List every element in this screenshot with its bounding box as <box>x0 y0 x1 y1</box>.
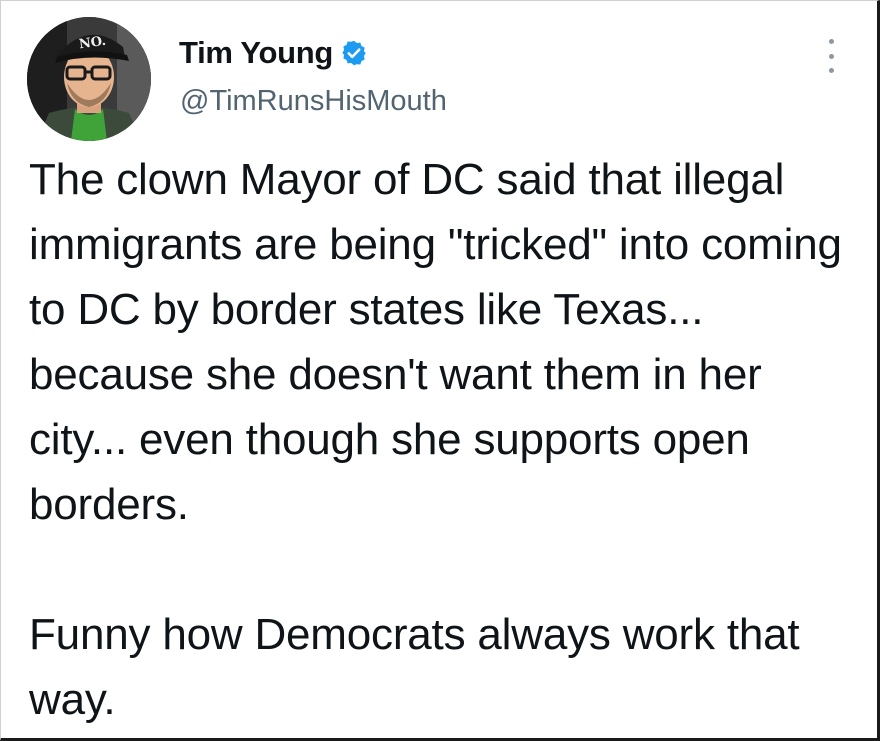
avatar[interactable]: NO. <box>27 17 151 141</box>
tweet-card: NO. Tim Young @TimRunsHisMouth The clown… <box>0 0 880 741</box>
avatar-image: NO. <box>27 17 151 141</box>
author-handle[interactable]: @TimRunsHisMouth <box>180 85 447 118</box>
tweet-paragraph: The clown Mayor of DC said that illegal … <box>29 155 842 529</box>
verified-badge-icon <box>340 39 368 67</box>
more-options-icon[interactable] <box>816 39 846 73</box>
author-display-name[interactable]: Tim Young <box>179 35 333 71</box>
more-dot <box>828 53 834 59</box>
more-dot <box>828 68 834 73</box>
more-dot <box>828 39 834 44</box>
author-name-row: Tim Young <box>179 33 368 73</box>
tweet-text: The clown Mayor of DC said that illegal … <box>29 147 859 732</box>
tweet-paragraph: Funny how Democrats always work that way… <box>29 610 800 724</box>
